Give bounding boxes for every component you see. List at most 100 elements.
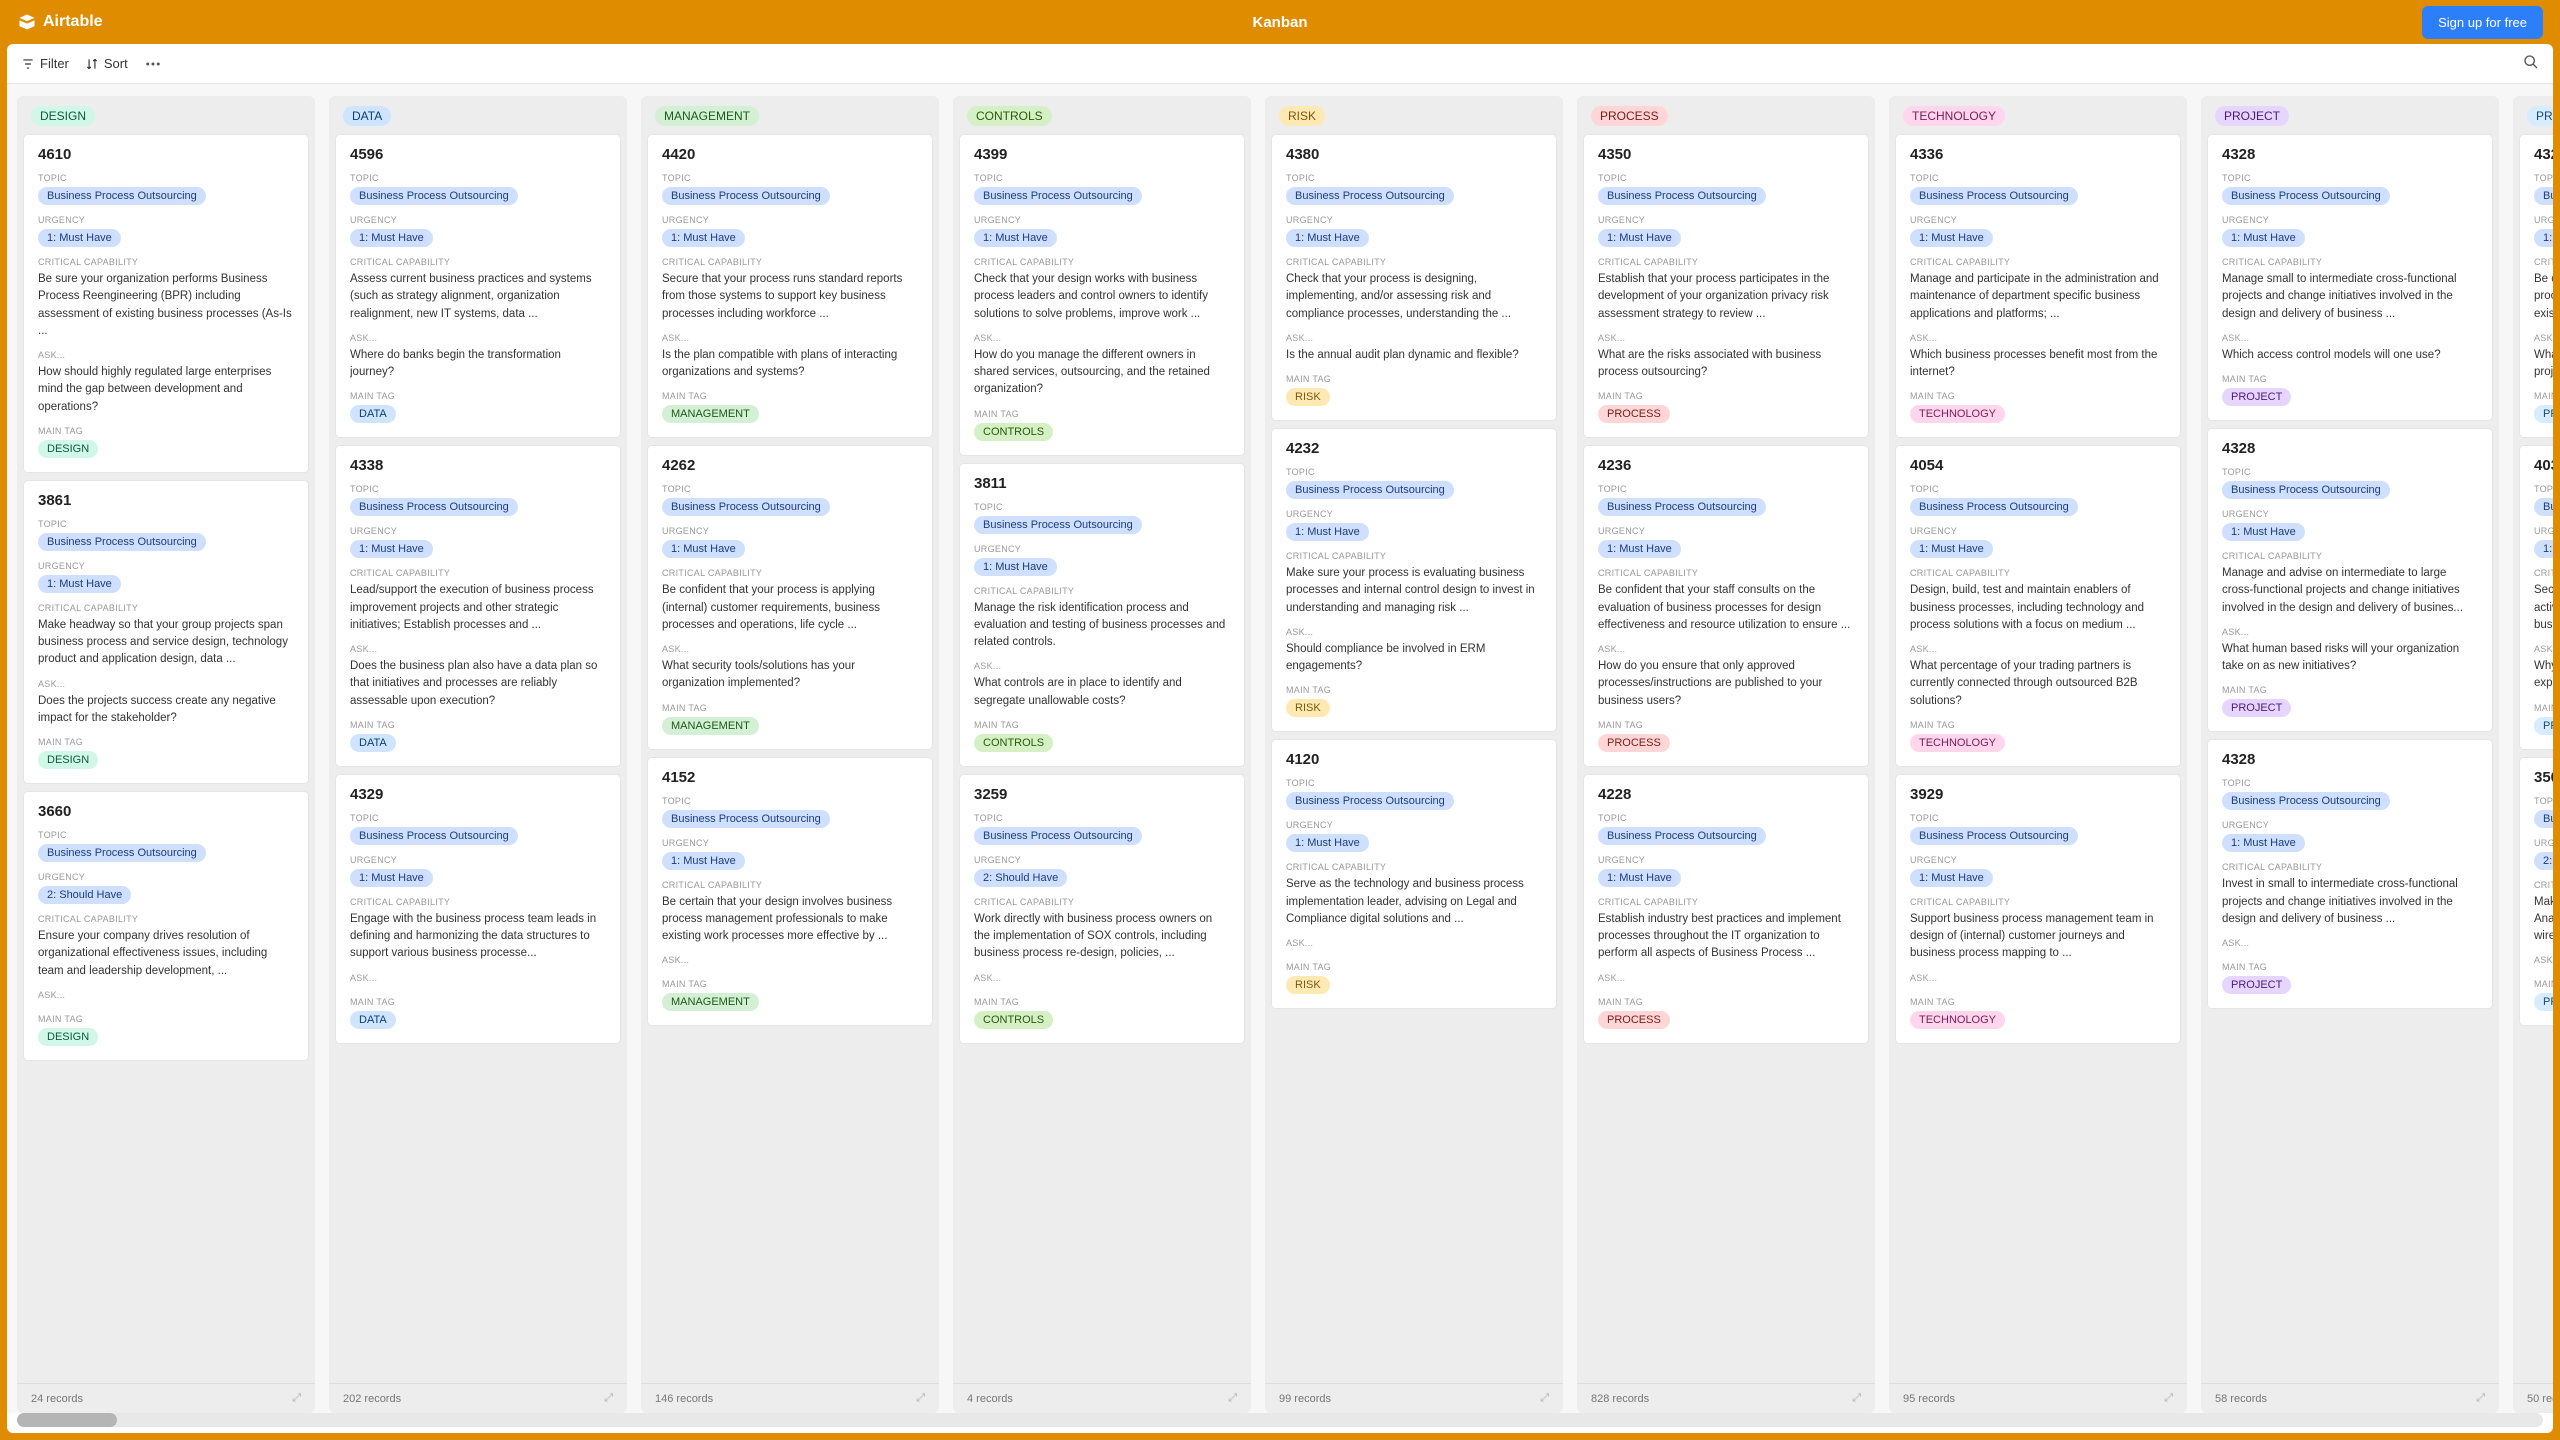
records-count: 24 records (31, 1393, 83, 1405)
field-label-crit: CRITICAL CAPABILITY (2222, 551, 2478, 561)
kanban-card[interactable]: 3660TOPICBusiness Process OutsourcingURG… (23, 791, 309, 1061)
field-label-crit: CRITICAL CAPABILITY (38, 257, 294, 267)
topic-pill: Business Process Outsourcing (1286, 792, 1454, 810)
column-footer: 95 records⤢ (1889, 1383, 2187, 1413)
kanban-card[interactable]: 4328TOPICBusiness Process OutsourcingURG… (2207, 134, 2493, 421)
field-label-main: MAIN TAG (1598, 997, 1854, 1007)
urgency-pill: 1: Must Have (38, 575, 121, 593)
column-footer: 50 records⤢ (2513, 1383, 2553, 1413)
column-header: PROJECT (2201, 96, 2499, 134)
kanban-card[interactable]: 4399TOPICBusiness Process OutsourcingURG… (959, 134, 1245, 456)
field-label-crit: CRITICAL CAPABILITY (350, 897, 606, 907)
column-tag: PRODUCT (2527, 106, 2553, 126)
urgency-pill: 1: Must Have (1286, 834, 1369, 852)
column-footer: 58 records⤢ (2201, 1383, 2499, 1413)
kanban-card[interactable]: 3861TOPICBusiness Process OutsourcingURG… (23, 480, 309, 784)
kanban-card[interactable]: 4322TOPICBusiness Process OutsourcingURG… (2519, 134, 2553, 438)
kanban-card[interactable]: 4236TOPICBusiness Process OutsourcingURG… (1583, 445, 1869, 767)
sort-button[interactable]: Sort (85, 56, 128, 71)
search-button[interactable] (2523, 54, 2539, 73)
scrollbar-thumb[interactable] (17, 1413, 117, 1427)
kanban-card[interactable]: 4232TOPICBusiness Process OutsourcingURG… (1271, 428, 1557, 732)
kanban-card[interactable]: 4035TOPICBusiness Process OutsourcingURG… (2519, 445, 2553, 749)
kanban-card[interactable]: 4380TOPICBusiness Process OutsourcingURG… (1271, 134, 1557, 421)
kanban-card[interactable]: 3500TOPICBusiness Process OutsourcingURG… (2519, 757, 2553, 1027)
kanban-card[interactable]: 4336TOPICBusiness Process OutsourcingURG… (1895, 134, 2181, 438)
kanban-card[interactable]: 4228TOPICBusiness Process OutsourcingURG… (1583, 774, 1869, 1044)
field-label-topic: TOPIC (1286, 467, 1542, 477)
expand-icon[interactable]: ⤢ (1228, 1392, 1237, 1405)
signup-button[interactable]: Sign up for free (2422, 6, 2543, 39)
kanban-column: PROCESS 4350TOPICBusiness Process Outsour… (1577, 96, 1875, 1413)
field-label-topic: TOPIC (2534, 484, 2553, 494)
kanban-column: MANAGEMENT 4420TOPICBusiness Process Outs… (641, 96, 939, 1413)
main-tag: PROJECT (2222, 699, 2291, 717)
kanban-card[interactable]: 3259TOPICBusiness Process OutsourcingURG… (959, 774, 1245, 1044)
main-tag: CONTROLS (974, 1011, 1053, 1029)
field-label-topic: TOPIC (350, 173, 606, 183)
expand-icon[interactable]: ⤢ (292, 1392, 301, 1405)
field-label-crit: CRITICAL CAPABILITY (974, 586, 1230, 596)
card-list: 4420TOPICBusiness Process OutsourcingURG… (641, 134, 939, 1383)
expand-icon[interactable]: ⤢ (2164, 1392, 2173, 1405)
column-tag: PROJECT (2215, 106, 2289, 126)
expand-icon[interactable]: ⤢ (2476, 1392, 2485, 1405)
field-label-ask: ASK... (1286, 333, 1542, 343)
expand-icon[interactable]: ⤢ (1852, 1392, 1861, 1405)
main-tag: TECHNOLOGY (1910, 734, 2005, 752)
topic-pill: Business Process Outsourcing (974, 187, 1142, 205)
urgency-pill: 1: Must Have (1910, 540, 1993, 558)
crit-text: Be sure your organization performs Busin… (38, 271, 294, 340)
urgency-pill: 1: Must Have (350, 869, 433, 887)
field-label-ask: ASK... (1598, 333, 1854, 343)
field-label-urgency: URGENCY (2222, 215, 2478, 225)
ask-text: Why is the software development process … (2534, 658, 2553, 693)
urgency-pill: 1: Must Have (1910, 869, 1993, 887)
column-footer: 202 records ⤢ (329, 1383, 627, 1413)
more-icon[interactable] (144, 55, 162, 73)
ask-text: Which business processes benefit most fr… (1910, 347, 2166, 382)
filter-button[interactable]: Filter (21, 56, 69, 71)
topic-pill: Business Process Outsourcing (662, 810, 830, 828)
kanban-card[interactable]: 4610TOPICBusiness Process OutsourcingURG… (23, 134, 309, 473)
field-label-main: MAIN TAG (1286, 685, 1542, 695)
field-label-crit: CRITICAL CAPABILITY (1286, 551, 1542, 561)
field-label-urgency: URGENCY (974, 855, 1230, 865)
card-id: 3929 (1910, 786, 2166, 803)
field-label-crit: CRITICAL CAPABILITY (2534, 880, 2553, 890)
kanban-card[interactable]: 4054TOPICBusiness Process OutsourcingURG… (1895, 445, 2181, 767)
kanban-card[interactable]: 4262TOPICBusiness Process OutsourcingURG… (647, 445, 933, 749)
kanban-card[interactable]: 4120TOPICBusiness Process OutsourcingURG… (1271, 739, 1557, 1009)
kanban-card[interactable]: 4329TOPICBusiness Process OutsourcingURG… (335, 774, 621, 1044)
kanban-card[interactable]: 3811TOPICBusiness Process OutsourcingURG… (959, 463, 1245, 767)
field-label-urgency: URGENCY (2534, 215, 2553, 225)
topic-pill: Business Process Outsourcing (662, 498, 830, 516)
kanban-card[interactable]: 4420TOPICBusiness Process OutsourcingURG… (647, 134, 933, 438)
crit-text: Invest in small to intermediate cross-fu… (2222, 876, 2478, 928)
main-tag: RISK (1286, 976, 1330, 994)
main-tag: PROCESS (1598, 734, 1670, 752)
field-label-urgency: URGENCY (38, 872, 294, 882)
crit-text: Manage and advise on intermediate to lar… (2222, 565, 2478, 617)
card-list: 4336TOPICBusiness Process OutsourcingURG… (1889, 134, 2187, 1383)
airtable-logo[interactable]: Airtable (17, 12, 103, 32)
field-label-topic: TOPIC (1286, 778, 1542, 788)
kanban-card[interactable]: 4328TOPICBusiness Process OutsourcingURG… (2207, 428, 2493, 732)
expand-icon[interactable]: ⤢ (604, 1392, 613, 1405)
topic-pill: Business Process Outsourcing (1910, 498, 2078, 516)
kanban-card[interactable]: 4152TOPICBusiness Process OutsourcingURG… (647, 757, 933, 1027)
kanban-card[interactable]: 4350TOPICBusiness Process OutsourcingURG… (1583, 134, 1869, 438)
expand-icon[interactable]: ⤢ (1540, 1392, 1549, 1405)
horizontal-scrollbar[interactable] (17, 1413, 2543, 1427)
field-label-crit: CRITICAL CAPABILITY (2222, 862, 2478, 872)
kanban-card[interactable]: 4328TOPICBusiness Process OutsourcingURG… (2207, 739, 2493, 1009)
field-label-topic: TOPIC (38, 830, 294, 840)
main-tag: MANAGEMENT (662, 717, 759, 735)
expand-icon[interactable]: ⤢ (916, 1392, 925, 1405)
card-id: 4232 (1286, 440, 1542, 457)
kanban-card[interactable]: 4596TOPICBusiness Process OutsourcingURG… (335, 134, 621, 438)
records-count: 202 records (343, 1393, 401, 1405)
kanban-card[interactable]: 3929TOPICBusiness Process OutsourcingURG… (1895, 774, 2181, 1044)
kanban-card[interactable]: 4338TOPICBusiness Process OutsourcingURG… (335, 445, 621, 767)
field-label-urgency: URGENCY (2222, 509, 2478, 519)
